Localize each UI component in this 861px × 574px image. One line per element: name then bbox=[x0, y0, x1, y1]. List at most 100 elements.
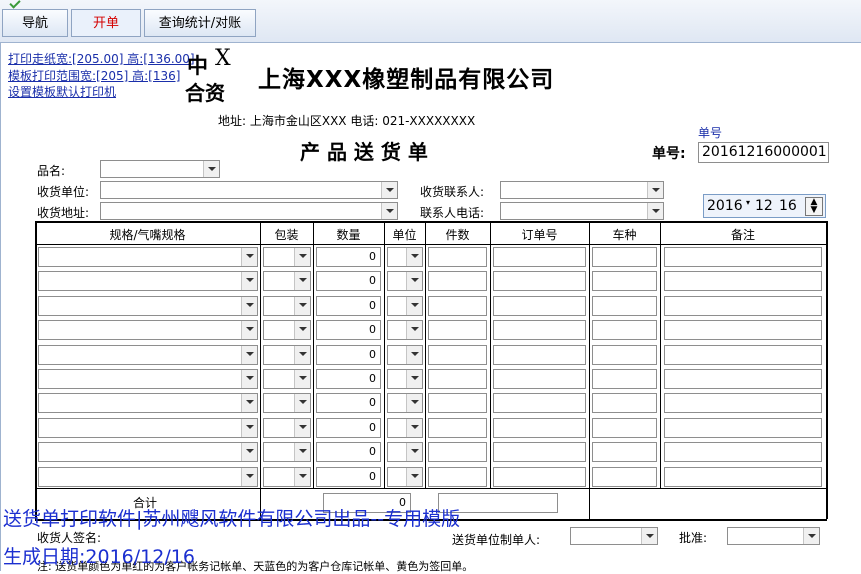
quantity-field[interactable]: 0 bbox=[316, 344, 381, 365]
chevron-down-icon[interactable] bbox=[294, 370, 310, 388]
vehicle-type-field[interactable] bbox=[592, 247, 657, 267]
quantity-field[interactable]: 0 bbox=[316, 369, 381, 389]
quantity-field[interactable]: 0 bbox=[316, 393, 381, 414]
print-range-link[interactable]: 模板打印范围宽:[205] 高:[136] bbox=[8, 67, 180, 84]
chevron-down-icon[interactable] bbox=[294, 443, 310, 462]
remark-field[interactable] bbox=[664, 247, 822, 267]
order-no-field[interactable] bbox=[493, 247, 586, 267]
pieces-field[interactable] bbox=[428, 320, 487, 341]
remark-field[interactable] bbox=[664, 344, 822, 365]
remark-field[interactable] bbox=[664, 442, 822, 463]
approve-select[interactable] bbox=[727, 527, 820, 545]
chevron-down-icon[interactable] bbox=[294, 394, 310, 413]
vehicle-type-field[interactable] bbox=[592, 344, 657, 365]
unit-select[interactable] bbox=[387, 295, 423, 316]
chevron-down-icon[interactable] bbox=[406, 443, 422, 462]
chevron-down-icon[interactable] bbox=[406, 370, 422, 388]
package-select[interactable] bbox=[263, 247, 311, 267]
quantity-field[interactable]: 0 bbox=[316, 247, 381, 267]
vehicle-type-field[interactable] bbox=[592, 417, 657, 438]
pieces-field[interactable] bbox=[428, 442, 487, 463]
unit-select[interactable] bbox=[387, 247, 423, 267]
chevron-down-icon[interactable] bbox=[406, 296, 422, 315]
unit-select[interactable] bbox=[387, 344, 423, 365]
chevron-down-icon[interactable] bbox=[294, 321, 310, 340]
order-no-field[interactable] bbox=[493, 442, 586, 463]
unit-select[interactable] bbox=[387, 369, 423, 389]
chevron-down-icon[interactable] bbox=[294, 248, 310, 266]
pieces-field[interactable] bbox=[428, 271, 487, 292]
chevron-down-icon[interactable] bbox=[203, 161, 219, 177]
chevron-down-icon[interactable] bbox=[641, 528, 657, 544]
vehicle-type-field[interactable] bbox=[592, 393, 657, 414]
vehicle-type-field[interactable] bbox=[592, 466, 657, 487]
chevron-down-icon[interactable] bbox=[406, 248, 422, 266]
chevron-down-icon[interactable] bbox=[241, 418, 257, 437]
spec-select[interactable] bbox=[38, 271, 258, 292]
package-select[interactable] bbox=[263, 417, 311, 438]
chevron-down-icon[interactable] bbox=[294, 467, 310, 486]
chevron-down-icon[interactable] bbox=[241, 370, 257, 388]
contact-select[interactable] bbox=[500, 181, 664, 199]
chevron-down-icon[interactable] bbox=[406, 394, 422, 413]
chevron-down-icon[interactable] bbox=[294, 418, 310, 437]
address-select[interactable] bbox=[100, 202, 398, 220]
quantity-field[interactable]: 0 bbox=[316, 320, 381, 341]
spec-select[interactable] bbox=[38, 369, 258, 389]
pieces-field[interactable] bbox=[428, 295, 487, 316]
unit-select[interactable] bbox=[387, 271, 423, 292]
chevron-down-icon[interactable] bbox=[241, 443, 257, 462]
unit-select[interactable] bbox=[387, 442, 423, 463]
tab-new-order[interactable]: 开单 bbox=[71, 9, 141, 37]
remark-field[interactable] bbox=[664, 369, 822, 389]
pieces-field[interactable] bbox=[428, 344, 487, 365]
order-no-field[interactable] bbox=[493, 344, 586, 365]
chevron-down-icon[interactable] bbox=[294, 345, 310, 364]
tab-query-statistics[interactable]: 查询统计/对账 bbox=[144, 9, 256, 37]
spec-select[interactable] bbox=[38, 295, 258, 316]
vehicle-type-field[interactable] bbox=[592, 320, 657, 341]
product-name-select[interactable] bbox=[100, 160, 220, 178]
default-printer-link[interactable]: 设置模板默认打印机 bbox=[8, 83, 116, 100]
pieces-field[interactable] bbox=[428, 466, 487, 487]
quantity-field[interactable]: 0 bbox=[316, 271, 381, 292]
vehicle-type-field[interactable] bbox=[592, 271, 657, 292]
vehicle-type-field[interactable] bbox=[592, 442, 657, 463]
contact-phone-select[interactable] bbox=[500, 202, 664, 220]
date-picker[interactable]: 2016 ▾ 12 16 ▲ ▼ bbox=[703, 194, 826, 218]
spec-select[interactable] bbox=[38, 417, 258, 438]
spec-select[interactable] bbox=[38, 442, 258, 463]
unit-select[interactable] bbox=[387, 320, 423, 341]
remark-field[interactable] bbox=[664, 295, 822, 316]
package-select[interactable] bbox=[263, 369, 311, 389]
chevron-down-icon[interactable] bbox=[241, 467, 257, 486]
vehicle-type-field[interactable] bbox=[592, 295, 657, 316]
chevron-down-icon[interactable] bbox=[647, 203, 663, 219]
remark-field[interactable] bbox=[664, 466, 822, 487]
chevron-down-icon[interactable] bbox=[241, 321, 257, 340]
order-no-field[interactable] bbox=[493, 466, 586, 487]
chevron-down-icon[interactable] bbox=[241, 248, 257, 266]
package-select[interactable] bbox=[263, 344, 311, 365]
package-select[interactable] bbox=[263, 442, 311, 463]
date-month[interactable]: 12 bbox=[755, 198, 773, 214]
chevron-down-icon[interactable] bbox=[647, 182, 663, 198]
pieces-field[interactable] bbox=[428, 247, 487, 267]
spec-select[interactable] bbox=[38, 320, 258, 341]
maker-select[interactable] bbox=[570, 527, 658, 545]
package-select[interactable] bbox=[263, 393, 311, 414]
package-select[interactable] bbox=[263, 466, 311, 487]
chevron-down-icon[interactable] bbox=[406, 272, 422, 291]
order-no-field[interactable] bbox=[493, 271, 586, 292]
quantity-field[interactable]: 0 bbox=[316, 417, 381, 438]
order-number-field[interactable]: 20161216000001 bbox=[698, 142, 829, 163]
spec-select[interactable] bbox=[38, 466, 258, 487]
remark-field[interactable] bbox=[664, 417, 822, 438]
chevron-down-icon[interactable] bbox=[406, 418, 422, 437]
order-no-field[interactable] bbox=[493, 369, 586, 389]
remark-field[interactable] bbox=[664, 393, 822, 414]
quantity-field[interactable]: 0 bbox=[316, 295, 381, 316]
date-day[interactable]: 16 bbox=[779, 198, 797, 214]
pieces-field[interactable] bbox=[428, 393, 487, 414]
chevron-down-icon[interactable] bbox=[406, 467, 422, 486]
